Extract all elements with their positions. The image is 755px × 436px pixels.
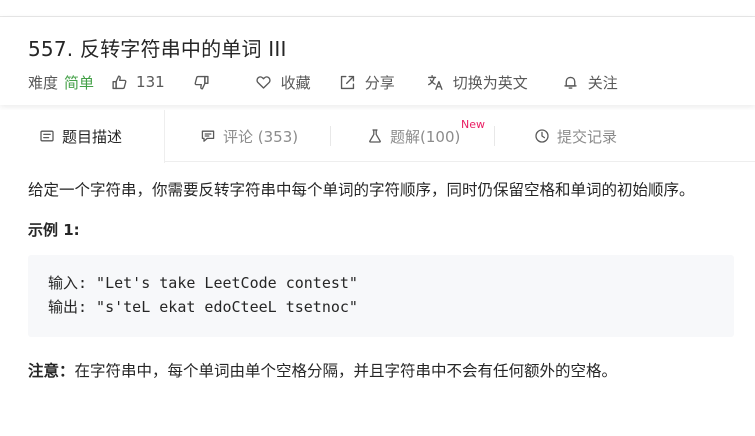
example-title: 示例 1: — [28, 221, 80, 239]
clock-icon — [533, 127, 551, 145]
new-badge: New — [461, 118, 485, 131]
tab-label: 题目描述 — [62, 127, 123, 146]
example-code-block: 输入: "Let's take LeetCode contest" 输出: "s'… — [28, 255, 734, 337]
description-icon — [38, 127, 56, 145]
difficulty-value: 简单 — [64, 73, 95, 92]
follow-button[interactable]: 关注 — [562, 72, 618, 93]
bell-icon — [562, 73, 580, 91]
difficulty-label: 难度 — [28, 73, 59, 92]
tab-solutions[interactable]: 题解(100) New — [366, 110, 485, 162]
tab-label: 评论 (353) — [223, 127, 299, 146]
tab-label: 提交记录 — [557, 127, 618, 146]
dislike-button[interactable] — [193, 73, 219, 91]
share-icon — [339, 73, 357, 91]
tab-comments[interactable]: 评论 (353) — [199, 110, 298, 162]
note-label: 注意： — [28, 362, 75, 380]
thumbs-down-icon — [193, 73, 211, 91]
top-bar — [0, 0, 755, 17]
tab-divider — [494, 126, 495, 146]
code-line-output: 输出: "s'teL ekat edoCteeL tsetnoc" — [48, 298, 358, 316]
difficulty: 难度 简单 — [28, 72, 94, 93]
tab-label: 题解(100) — [390, 127, 461, 146]
thumbs-up-icon — [110, 73, 128, 91]
problem-note: 注意：在字符串中，每个单词由单个空格分隔，并且字符串中不会有任何额外的空格。 — [28, 359, 738, 381]
note-text: 在字符串中，每个单词由单个空格分隔，并且字符串中不会有任何额外的空格。 — [74, 362, 618, 380]
problem-title: 557. 反转字符串中的单词 III — [28, 37, 287, 61]
tab-divider — [330, 126, 331, 146]
tab-bar: 题目描述 评论 (353) 题解(100) New 提交记录 — [0, 110, 755, 163]
like-count: 131 — [136, 73, 165, 91]
problem-meta-bar: 难度 简单 131 收藏 分享 切换为英文 关注 — [28, 71, 618, 93]
like-button[interactable]: 131 — [110, 73, 165, 91]
code-line-input: 输入: "Let's take LeetCode contest" — [48, 274, 358, 292]
switch-language-label: 切换为英文 — [452, 73, 528, 92]
share-label: 分享 — [364, 73, 395, 92]
share-button[interactable]: 分享 — [339, 72, 395, 93]
comment-icon — [199, 127, 217, 145]
favorite-label: 收藏 — [280, 73, 311, 92]
switch-language-button[interactable]: 切换为英文 — [427, 72, 528, 93]
heart-icon — [255, 73, 273, 91]
favorite-button[interactable]: 收藏 — [255, 72, 311, 93]
flask-icon — [366, 127, 384, 145]
translate-icon — [427, 73, 445, 91]
problem-description: 给定一个字符串，你需要反转字符串中每个单词的字符顺序，同时仍保留空格和单词的初始… — [28, 181, 695, 199]
follow-label: 关注 — [587, 73, 618, 92]
problem-header: 557. 反转字符串中的单词 III 难度 简单 131 收藏 分享 切换为英文… — [0, 17, 755, 105]
tab-description[interactable]: 题目描述 — [38, 110, 122, 162]
tab-submissions[interactable]: 提交记录 — [533, 110, 617, 162]
problem-content: 给定一个字符串，你需要反转字符串中每个单词的字符顺序，同时仍保留空格和单词的初始… — [28, 178, 738, 381]
